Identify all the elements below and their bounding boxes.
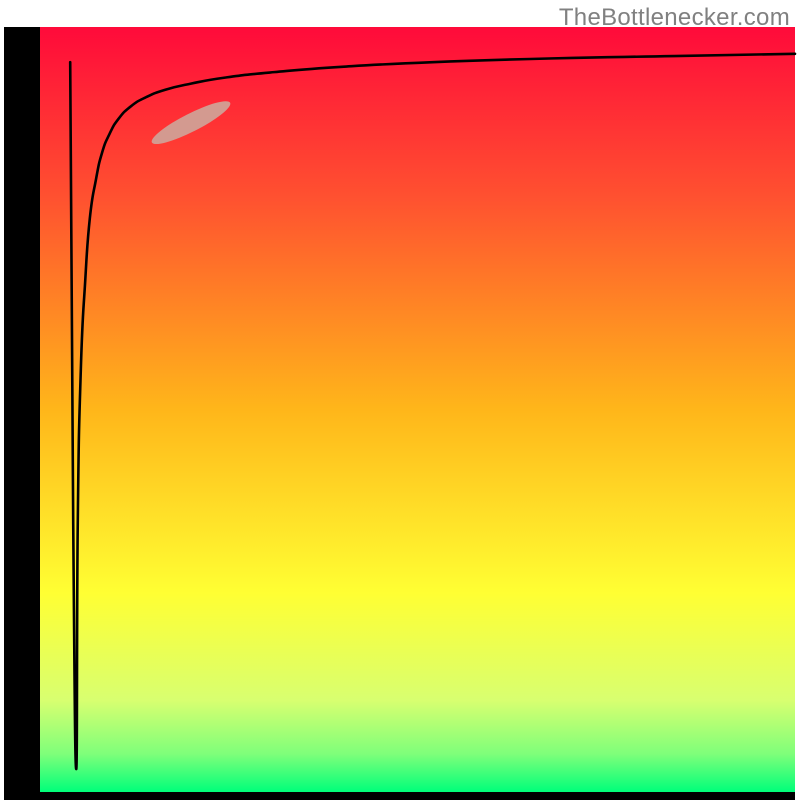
axis-bottom-border <box>4 792 795 800</box>
chart-canvas <box>0 0 800 800</box>
site-watermark: TheBottlenecker.com <box>559 4 790 32</box>
axis-left-border <box>4 27 40 800</box>
chart-viewport: TheBottlenecker.com <box>0 0 800 800</box>
